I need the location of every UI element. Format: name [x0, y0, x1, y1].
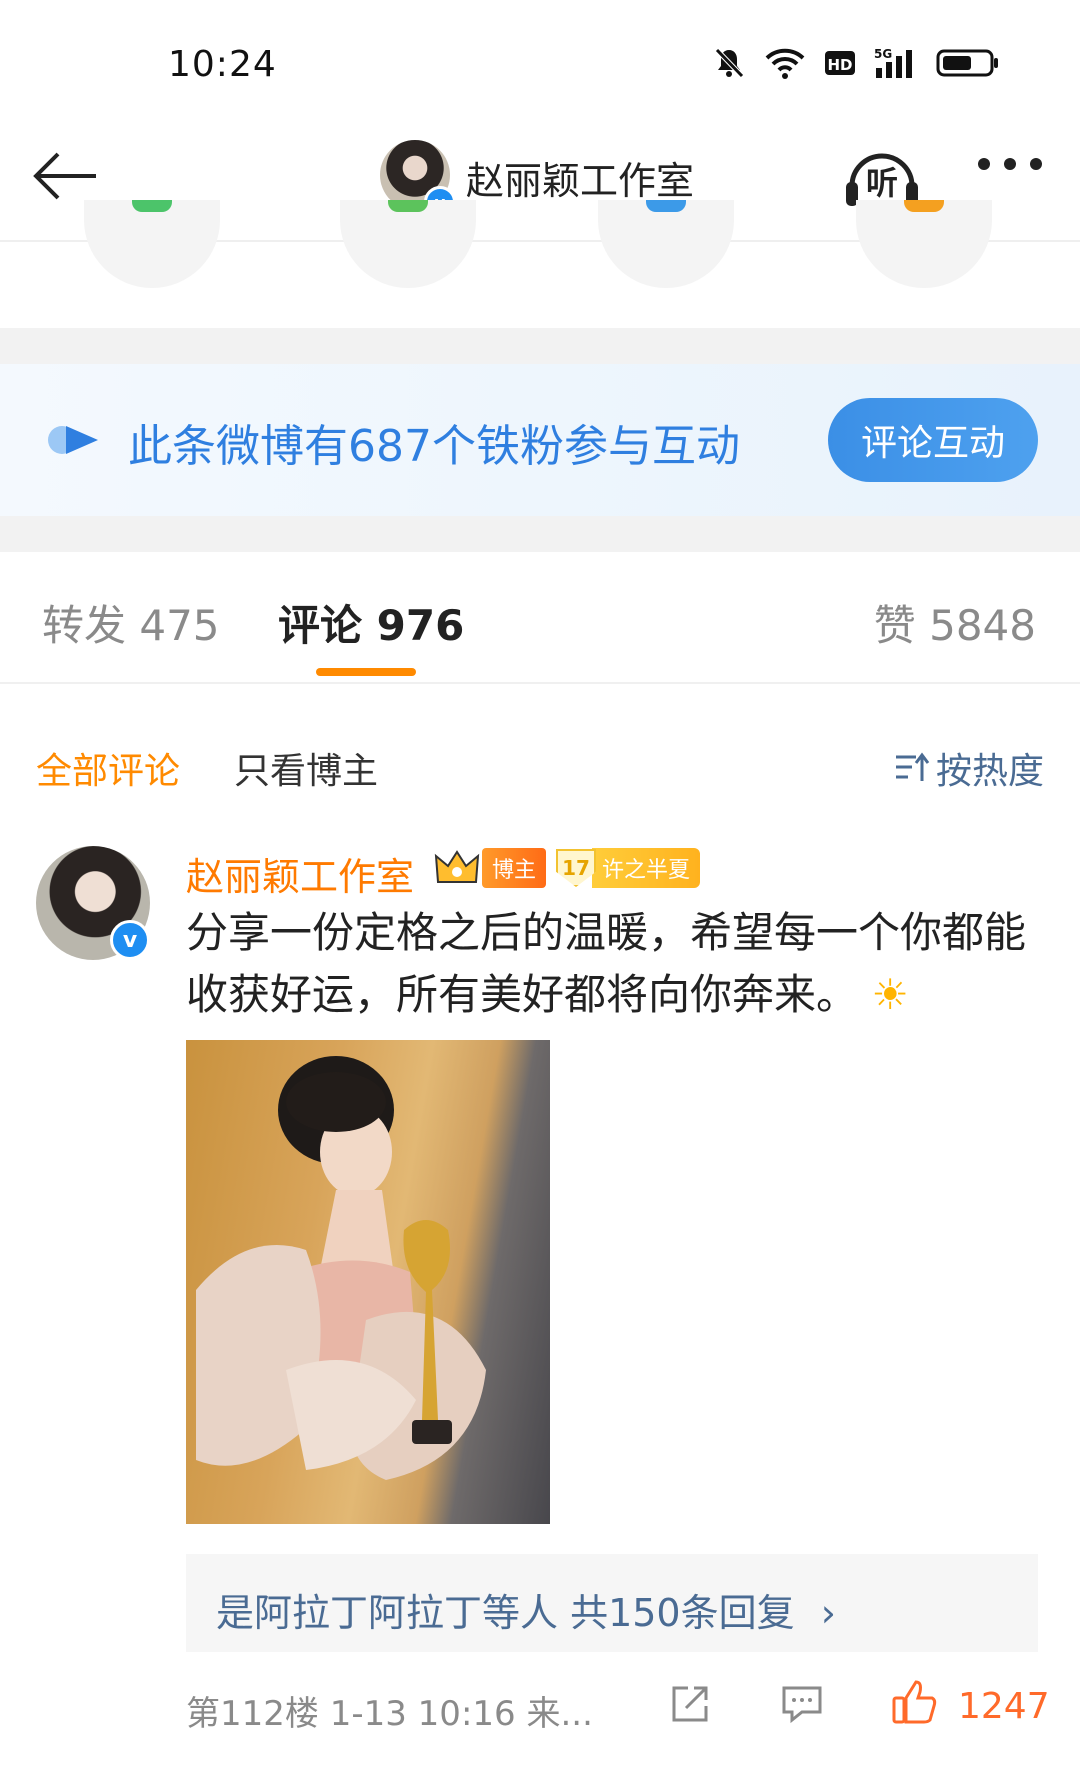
comment-photo[interactable] — [186, 1040, 550, 1524]
fan-level-number: 17 — [556, 849, 596, 887]
status-time: 10:24 — [168, 44, 277, 85]
sort-label: 按热度 — [935, 751, 1044, 792]
share-qq-button[interactable] — [598, 200, 734, 288]
replies-summary-label: 是阿拉丁阿拉丁等人 共150条回复 — [216, 1591, 795, 1635]
tabs-divider — [0, 682, 1080, 684]
battery-icon — [936, 49, 998, 77]
like-count[interactable]: 1247 — [958, 1686, 1050, 1727]
owner-badge: 博主 — [434, 848, 547, 888]
photo-illustration — [196, 1056, 486, 1480]
share-icon[interactable] — [668, 1682, 712, 1726]
filter-all-comments[interactable]: 全部评论 — [36, 742, 180, 794]
mute-bell-icon — [715, 48, 744, 78]
status-icons: HD 5G — [712, 46, 1000, 80]
tab-comments[interactable]: 评论 976 — [278, 592, 464, 653]
commenter-name[interactable]: 赵丽颖工作室 — [186, 846, 414, 901]
owner-badge-label: 博主 — [482, 848, 547, 888]
wifi-icon — [765, 48, 805, 79]
header-title[interactable]: 赵丽颖工作室 — [466, 150, 694, 205]
comment-meta: 第112楼 1-13 10:16 来... — [186, 1694, 593, 1734]
crown-icon — [434, 850, 480, 883]
share-moments-button[interactable] — [340, 200, 476, 288]
section-gap — [0, 516, 1080, 552]
fan-level-name: 许之半夏 — [592, 848, 701, 888]
fan-interaction-icon — [48, 426, 98, 454]
replies-summary[interactable]: 是阿拉丁阿拉丁等人 共150条回复 › — [216, 1582, 836, 1637]
active-tab-indicator — [316, 668, 416, 676]
thumbs-up-icon[interactable] — [890, 1676, 940, 1726]
comment-text: 分享一份定格之后的温暖，希望每一个你都能收获好运，所有美好都将向你奔来。 ☀ — [186, 902, 1048, 1026]
svg-text:HD: HD — [827, 56, 852, 74]
back-arrow-icon[interactable] — [30, 148, 100, 204]
sun-emoji: ☀ — [871, 970, 910, 1019]
fan-interaction-text: 此条微博有687个铁粉参与互动 — [128, 421, 740, 472]
tab-likes[interactable]: 赞 5848 — [874, 592, 1036, 653]
comment-interact-button[interactable]: 评论互动 — [828, 398, 1038, 482]
section-gap — [0, 328, 1080, 364]
reply-comment-icon[interactable] — [780, 1684, 824, 1724]
sort-icon — [895, 752, 930, 781]
chevron-right-icon: › — [820, 1591, 836, 1635]
cellular-5g-icon: 5G — [874, 47, 912, 78]
svg-text:5G: 5G — [874, 47, 892, 61]
tab-reposts[interactable]: 转发 475 — [42, 592, 220, 653]
sort-by-popularity[interactable]: 按热度 — [894, 742, 1044, 794]
share-wechat-button[interactable] — [84, 200, 220, 288]
hd-icon: HD — [825, 51, 855, 75]
verified-icon: v — [110, 920, 150, 960]
fan-level-badge: 17 许之半夏 — [556, 848, 701, 888]
listen-label: 听 — [866, 164, 899, 202]
filter-author-only[interactable]: 只看博主 — [234, 742, 378, 794]
more-options-icon[interactable] — [978, 158, 1042, 170]
share-other-button[interactable] — [856, 200, 992, 288]
